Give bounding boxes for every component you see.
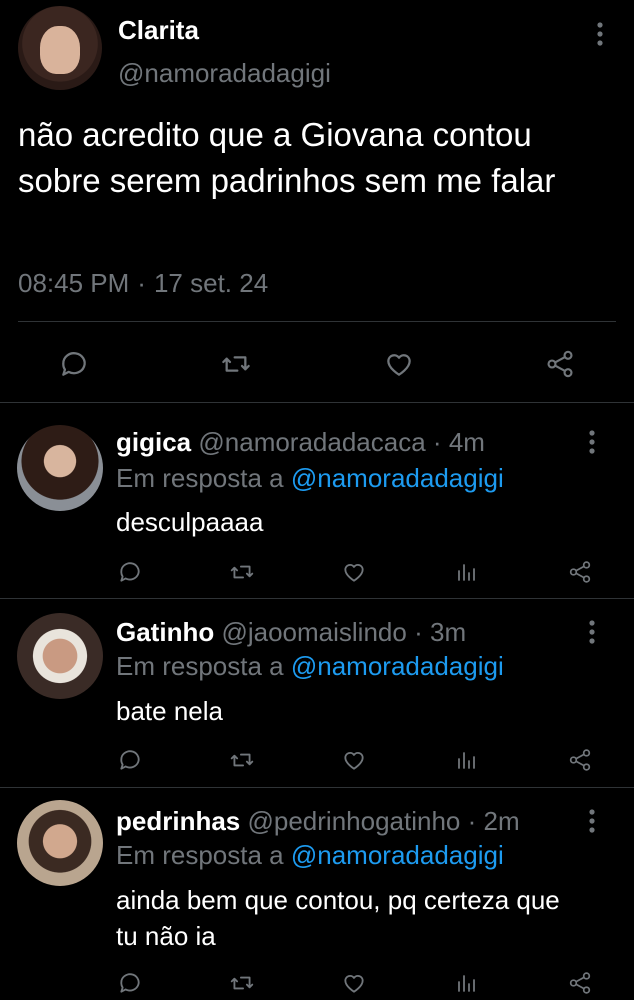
reply-to-link[interactable]: @namoradadagigi xyxy=(291,651,504,681)
reply-icon[interactable] xyxy=(54,346,94,382)
tweet-date: 17 set. 24 xyxy=(153,268,269,298)
reply-text: desculpaaaa xyxy=(116,507,264,537)
reply-header: gigica @namoradadacaca · 4m xyxy=(116,427,485,458)
separator-dot: · xyxy=(137,268,146,298)
share-icon[interactable] xyxy=(563,968,597,998)
like-icon[interactable] xyxy=(337,968,371,998)
divider xyxy=(18,321,616,322)
views-icon[interactable] xyxy=(450,745,484,775)
separator-dot: · xyxy=(467,806,477,836)
more-icon[interactable] xyxy=(588,808,612,836)
tweet-time: 08:45 PM xyxy=(18,268,130,298)
separator-dot: · xyxy=(414,617,423,647)
share-icon[interactable] xyxy=(563,745,597,775)
retweet-icon[interactable] xyxy=(225,968,259,998)
reply-icon[interactable] xyxy=(113,557,147,587)
reply-age: 4m xyxy=(448,427,485,457)
more-icon[interactable] xyxy=(588,429,612,457)
share-icon[interactable] xyxy=(540,346,580,382)
reply-to-link[interactable]: @namoradadagigi xyxy=(291,463,504,493)
reply-age: 2m xyxy=(483,806,520,836)
tweet-timestamp[interactable]: 08:45 PM · 17 set. 24 xyxy=(18,268,268,299)
avatar[interactable] xyxy=(17,800,103,886)
reply-prefix: Em resposta a xyxy=(116,463,291,493)
retweet-icon[interactable] xyxy=(216,346,256,382)
author-handle[interactable]: @namoradadacaca xyxy=(198,427,425,457)
more-icon[interactable] xyxy=(588,20,612,48)
author-handle[interactable]: @jaoomaislindo xyxy=(221,617,406,647)
author-name[interactable]: gigica xyxy=(116,427,191,457)
reply-icon[interactable] xyxy=(113,745,147,775)
separator-dot: · xyxy=(432,427,442,457)
like-icon[interactable] xyxy=(337,557,371,587)
reply-to-link[interactable]: @namoradadagigi xyxy=(291,840,504,870)
author-handle[interactable]: @namoradadagigi xyxy=(118,58,331,89)
avatar[interactable] xyxy=(18,6,102,90)
reply-context: Em resposta a @namoradadagigi xyxy=(116,463,504,494)
like-icon[interactable] xyxy=(379,346,419,382)
reply-header: Gatinho @jaoomaislindo · 3m xyxy=(116,617,466,648)
retweet-icon[interactable] xyxy=(225,745,259,775)
reply-tweet[interactable]: pedrinhas @pedrinhogatinho · 2m Em respo… xyxy=(0,788,634,1000)
retweet-icon[interactable] xyxy=(225,557,259,587)
reply-text: ainda bem que contou, pq certeza que tu … xyxy=(116,885,560,951)
avatar[interactable] xyxy=(17,425,103,511)
reply-tweet[interactable]: Gatinho @jaoomaislindo · 3m Em resposta … xyxy=(0,599,634,787)
reply-icon[interactable] xyxy=(113,968,147,998)
reply-text: bate nela xyxy=(116,696,223,726)
reply-prefix: Em resposta a xyxy=(116,651,291,681)
reply-header: pedrinhas @pedrinhogatinho · 2m xyxy=(116,806,520,837)
more-icon[interactable] xyxy=(588,619,612,647)
views-icon[interactable] xyxy=(450,557,484,587)
reply-tweet[interactable]: gigica @namoradadacaca · 4m Em resposta … xyxy=(0,403,634,597)
views-icon[interactable] xyxy=(450,968,484,998)
author-handle[interactable]: @pedrinhogatinho xyxy=(247,806,460,836)
share-icon[interactable] xyxy=(563,557,597,587)
reply-age: 3m xyxy=(429,617,467,647)
author-name[interactable]: pedrinhas xyxy=(116,806,240,836)
reply-context: Em resposta a @namoradadagigi xyxy=(116,651,504,682)
avatar[interactable] xyxy=(17,613,103,699)
tweet-text: não acredito que a Giovana contou sobre … xyxy=(18,116,556,199)
author-name[interactable]: Gatinho xyxy=(116,617,214,647)
reply-prefix: Em resposta a xyxy=(116,840,291,870)
author-name[interactable]: Clarita xyxy=(118,15,199,46)
reply-context: Em resposta a @namoradadagigi xyxy=(116,840,504,871)
main-tweet: Clarita @namoradadagigi não acredito que… xyxy=(0,0,634,403)
like-icon[interactable] xyxy=(337,745,371,775)
